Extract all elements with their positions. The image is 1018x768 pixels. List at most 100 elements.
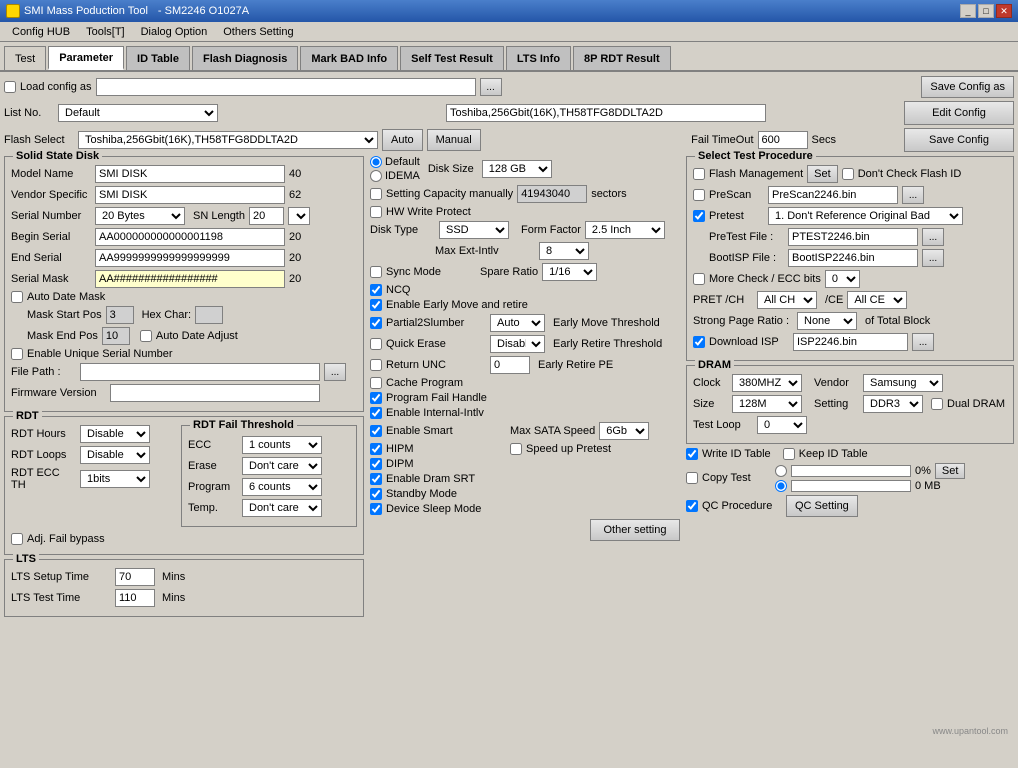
tab-lts-info[interactable]: LTS Info [506, 46, 571, 70]
tab-parameter[interactable]: Parameter [48, 46, 124, 70]
minimize-button[interactable]: _ [960, 4, 976, 18]
firmware-version-input[interactable] [110, 384, 320, 402]
enable-early-checkbox[interactable] [370, 299, 382, 311]
prescan-checkbox[interactable] [693, 189, 705, 201]
dipm-checkbox[interactable] [370, 458, 382, 470]
tab-mark-bad[interactable]: Mark BAD Info [300, 46, 398, 70]
device-sleep-checkbox[interactable] [370, 503, 382, 515]
pretest-checkbox[interactable] [693, 210, 705, 222]
early-retire-pe-input[interactable] [490, 356, 530, 374]
maximize-button[interactable]: □ [978, 4, 994, 18]
tab-self-test[interactable]: Self Test Result [400, 46, 504, 70]
manual-button[interactable]: Manual [427, 129, 481, 151]
partial2slumber-select[interactable]: Auto [490, 314, 545, 332]
disk-type-select[interactable]: SSD [439, 221, 509, 239]
strong-page-select[interactable]: None [797, 312, 857, 330]
dram-clock-select[interactable]: 380MHZ [732, 374, 802, 392]
save-config-as-button[interactable]: Save Config as [921, 76, 1014, 98]
auto-date-mask-checkbox[interactable] [11, 291, 23, 303]
list-no-select[interactable]: Default [58, 104, 218, 122]
cache-program-checkbox[interactable] [370, 377, 382, 389]
dram-vendor-select[interactable]: Samsung [863, 374, 943, 392]
sn-length-input[interactable] [249, 207, 284, 225]
menu-config-hub[interactable]: Config HUB [4, 24, 78, 40]
end-serial-input[interactable] [95, 249, 285, 267]
enable-internal-checkbox[interactable] [370, 407, 382, 419]
serial-bytes-select[interactable]: 20 Bytes [95, 207, 185, 225]
flash-select-dropdown[interactable]: Toshiba,256Gbit(16K),TH58TFG8DDLTA2D [78, 131, 378, 149]
menu-dialog-option[interactable]: Dialog Option [133, 24, 216, 40]
download-isp-checkbox[interactable] [693, 336, 705, 348]
load-config-input[interactable] [96, 78, 476, 96]
serial-mask-input[interactable] [95, 270, 285, 288]
capacity-input[interactable] [517, 185, 587, 203]
disk-size-select[interactable]: 128 GB [482, 160, 552, 178]
copy-radio-2[interactable] [775, 480, 787, 492]
return-unc-checkbox[interactable] [370, 359, 382, 371]
form-factor-select[interactable]: 2.5 Inch [585, 221, 665, 239]
dual-dram-checkbox[interactable] [931, 398, 943, 410]
close-button[interactable]: ✕ [996, 4, 1012, 18]
isp-file-input[interactable] [793, 333, 908, 351]
idema-radio[interactable] [370, 170, 382, 182]
setting-capacity-checkbox[interactable] [370, 188, 382, 200]
fail-timeout-input[interactable] [758, 131, 808, 149]
rdt-loops-select[interactable]: Disable [80, 446, 150, 464]
hex-char-input[interactable] [195, 306, 223, 324]
ecc-bits-select[interactable]: 0 [825, 270, 860, 288]
ncq-checkbox[interactable] [370, 284, 382, 296]
dram-setting-select[interactable]: DDR3 [863, 395, 923, 413]
set-button[interactable]: Set [807, 165, 838, 183]
bootisp-browse[interactable]: ... [922, 249, 944, 267]
more-check-checkbox[interactable] [693, 273, 705, 285]
partial2slumber-checkbox[interactable] [370, 317, 382, 329]
model-name-input[interactable] [95, 165, 285, 183]
ce-select[interactable]: All CE [847, 291, 907, 309]
ecc-select[interactable]: 1 counts [242, 436, 322, 454]
isp-browse[interactable]: ... [912, 333, 934, 351]
default-radio[interactable] [370, 156, 382, 168]
write-id-checkbox[interactable] [686, 448, 698, 460]
rdt-ecc-th-select[interactable]: 1bits [80, 470, 150, 488]
load-config-checkbox[interactable] [4, 81, 16, 93]
dram-size-select[interactable]: 128M [732, 395, 802, 413]
auto-button[interactable]: Auto [382, 129, 423, 151]
hw-write-protect-checkbox[interactable] [370, 206, 382, 218]
tab-test[interactable]: Test [4, 46, 46, 70]
file-path-input[interactable] [80, 363, 320, 381]
edit-config-button[interactable]: Edit Config [904, 101, 1014, 125]
temp-select[interactable]: Don't care [242, 499, 322, 517]
spare-ratio-select[interactable]: 1/16 [542, 263, 597, 281]
copy-set-button[interactable]: Set [935, 463, 966, 479]
pretest-option-select[interactable]: 1. Don't Reference Original Bad [768, 207, 963, 225]
quick-erase-checkbox[interactable] [370, 338, 382, 350]
begin-serial-input[interactable] [95, 228, 285, 246]
pretest-file-input[interactable] [788, 228, 918, 246]
load-config-browse[interactable]: ... [480, 78, 502, 96]
qc-setting-button[interactable]: QC Setting [786, 495, 858, 517]
bootisp-file-input[interactable] [788, 249, 918, 267]
mask-end-pos-input[interactable] [102, 327, 130, 345]
vendor-input[interactable] [95, 186, 285, 204]
prescan-browse[interactable]: ... [902, 186, 924, 204]
adj-fail-checkbox[interactable] [11, 533, 23, 545]
menu-tools[interactable]: Tools[T] [78, 24, 133, 40]
max-sata-select[interactable]: 6Gb [599, 422, 649, 440]
erase-select[interactable]: Don't care [242, 457, 322, 475]
menu-others-setting[interactable]: Others Setting [215, 24, 301, 40]
prescan-file-input[interactable] [768, 186, 898, 204]
speed-up-checkbox[interactable] [510, 443, 522, 455]
sn-extra-select[interactable] [288, 207, 310, 225]
enable-smart-checkbox[interactable] [370, 425, 382, 437]
program-fail-checkbox[interactable] [370, 392, 382, 404]
qc-procedure-checkbox[interactable] [686, 500, 698, 512]
copy-test-checkbox[interactable] [686, 472, 698, 484]
pretest-file-browse[interactable]: ... [922, 228, 944, 246]
lts-test-time-input[interactable] [115, 589, 155, 607]
flash-mgmt-checkbox[interactable] [693, 168, 705, 180]
auto-date-adjust-checkbox[interactable] [140, 330, 152, 342]
mask-start-pos-input[interactable] [106, 306, 134, 324]
keep-id-checkbox[interactable] [783, 448, 795, 460]
max-ext-intlv-select[interactable]: 8 [539, 242, 589, 260]
pret-ch-select[interactable]: All CH [757, 291, 817, 309]
